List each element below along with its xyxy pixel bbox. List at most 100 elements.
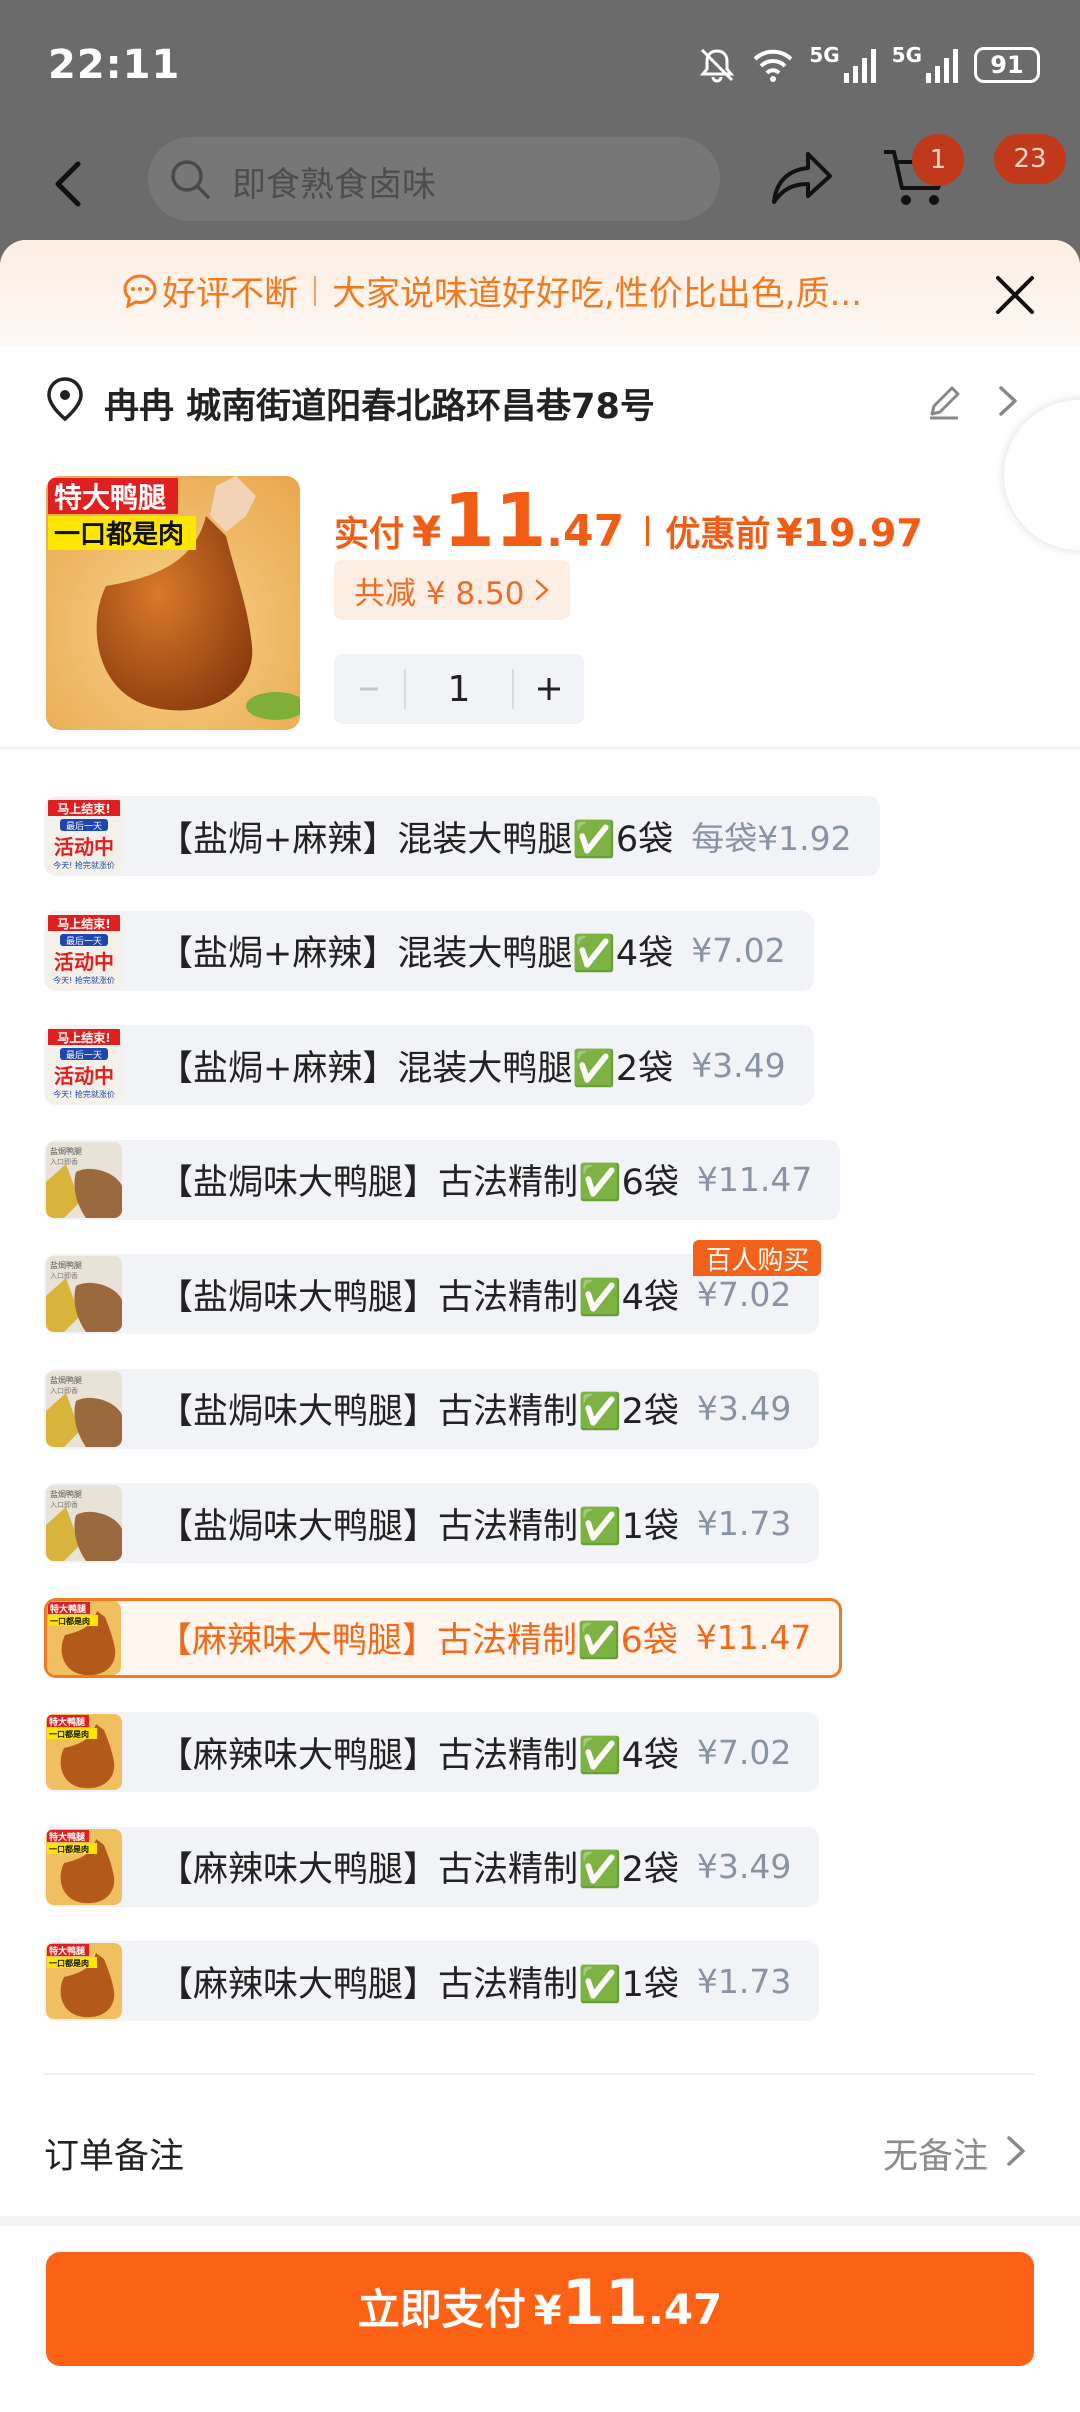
cart-badge: 1 — [912, 134, 964, 186]
thumb-subtitle: 一口都是肉 — [54, 520, 184, 550]
sku-option[interactable]: 特大鸭腿 一口都是肉 【麻辣味大鸭腿】古法精制✅2袋 ¥3.49 — [44, 1826, 820, 1907]
promo-bottom-text: 今天! 抢完就涨价 — [53, 860, 115, 870]
status-icons: 5G 5G 91 — [697, 40, 1040, 90]
quantity-value[interactable]: 1 — [404, 669, 514, 710]
pay-button-decimal: .47 — [647, 2285, 723, 2334]
sku-name: 【盐焗+麻辣】混装大鸭腿✅4袋 — [158, 934, 674, 974]
address-row[interactable]: 冉冉 城南街道阳春北路环昌巷78号 — [44, 370, 1034, 430]
checkout-sheet: 好评不断 大家说味道好好吃,性价比出色,质... 冉冉 城南街道阳春北路环昌巷7… — [0, 240, 1080, 2412]
promo-main-text: 活动中 — [54, 835, 114, 859]
promo-mid-text: 最后一天 — [66, 936, 102, 947]
sku-price: ¥3.49 — [696, 1847, 792, 1886]
pay-button-label: 立即支付 — [357, 2285, 526, 2334]
section-divider — [44, 2073, 1034, 2075]
promo-bottom-text: 今天! 抢完就涨价 — [53, 975, 115, 985]
spicy-sku-thumbnail-image: 特大鸭腿一口都是肉 — [46, 1943, 122, 2019]
plain-top-text: 盐焗鸭腿 — [50, 1146, 82, 1156]
sku-price: ¥7.02 — [696, 1732, 792, 1772]
plain-sku-thumbnail-image: 盐焗鸭腿入口即香 — [46, 1141, 122, 1218]
sku-option-selected[interactable]: 特大鸭腿 一口都是肉 【麻辣味大鸭腿】古法精制✅6袋 ¥11.47 — [44, 1597, 843, 1678]
pay-button-yen: ¥ — [533, 2288, 562, 2334]
sku-option[interactable]: 特大鸭腿 一口都是肉 【麻辣味大鸭腿】古法精制✅4袋 ¥7.02 — [44, 1712, 820, 1792]
promo-main-text: 活动中 — [54, 950, 114, 974]
sku-price: ¥1.73 — [696, 1503, 792, 1543]
discount-text: 共减 ¥ 8.50 — [354, 575, 525, 612]
signal2-label: 5G — [891, 43, 922, 67]
sku-price: 每袋¥1.92 — [691, 819, 852, 858]
order-remark-row[interactable]: 订单备注 无备注 — [44, 2120, 1034, 2180]
sku-option[interactable]: 马上结束! 最后一天 活动中 今天! 抢完就涨价 【盐焗+麻辣】混装大鸭腿✅2袋 ¥3.4… — [44, 1025, 814, 1105]
mute-bell-icon — [700, 48, 735, 83]
promo-mid-text: 最后一天 — [66, 821, 102, 832]
plain-top-text: 盐焗鸭腿 — [50, 1489, 82, 1499]
promo-main-text: 活动中 — [54, 1064, 114, 1088]
promo-sku-thumbnail-image: 马上结束! 最后一天活动中今天! 抢完就涨价 — [46, 1027, 122, 1103]
close-icon[interactable] — [990, 270, 1040, 320]
increase-button[interactable] — [514, 654, 584, 724]
price-line: 实付 ¥ 11 .47 优惠前 ¥19.97 — [334, 478, 923, 564]
sku-thumbnail: 盐焗鸭腿 入口即香 — [46, 1141, 122, 1218]
sku-price: ¥7.02 — [691, 931, 786, 970]
search-bar[interactable]: 即食熟食卤味 — [148, 137, 720, 221]
search-placeholder: 即食熟食卤味 — [232, 165, 436, 205]
promo-sku-thumbnail-image: 马上结束! 最后一天活动中今天! 抢完就涨价 — [46, 798, 122, 874]
chevron-right-icon[interactable] — [996, 384, 1020, 418]
battery-level: 91 — [990, 51, 1024, 79]
sku-thumbnail: 马上结束! 最后一天 活动中 今天! 抢完就涨价 — [46, 1027, 122, 1103]
promo-top-text: 马上结束! — [57, 1030, 110, 1045]
sku-thumbnail: 特大鸭腿 一口都是肉 — [46, 1943, 122, 2019]
status-time: 22:11 — [48, 42, 181, 88]
plain-bottom-text: 入口即香 — [50, 1157, 78, 1166]
spicy-bottom-text: 一口都是肉 — [50, 1616, 90, 1626]
sku-name: 【盐焗味大鸭腿】古法精制✅6袋 — [158, 1163, 679, 1203]
signal-icon — [926, 49, 958, 83]
sku-thumbnail: 特大鸭腿 一口都是肉 — [46, 1828, 122, 1905]
review-banner-content: 好评不断 大家说味道好好吃,性价比出色,质... — [122, 266, 862, 315]
plain-bottom-text: 入口即香 — [50, 1386, 78, 1395]
share-icon[interactable] — [770, 150, 834, 206]
chevron-right-icon — [1007, 2136, 1025, 2166]
spicy-top-text: 特大鸭腿 — [49, 1945, 86, 1957]
sku-option[interactable]: 特大鸭腿 一口都是肉 【麻辣味大鸭腿】古法精制✅1袋 ¥1.73 — [44, 1941, 820, 2021]
pay-amount-integer: 11 — [443, 478, 547, 564]
popular-badge: 百人购买 — [693, 1240, 822, 1276]
sku-thumbnail: 盐焗鸭腿 入口即香 — [46, 1370, 122, 1447]
plain-sku-thumbnail-image: 盐焗鸭腿入口即香 — [46, 1485, 122, 1561]
back-arrow-icon[interactable] — [40, 154, 100, 214]
sku-option[interactable]: 盐焗鸭腿 入口即香 【盐焗味大鸭腿】古法精制✅6袋 ¥11.47 — [44, 1139, 841, 1220]
pay-yen: ¥ — [412, 507, 442, 556]
wifi-icon — [753, 49, 793, 82]
decrease-button[interactable] — [334, 654, 404, 724]
plain-bottom-text: 入口即香 — [50, 1271, 78, 1280]
address-text: 冉冉 城南街道阳春北路环昌巷78号 — [104, 387, 655, 427]
spicy-bottom-text: 一口都是肉 — [49, 1844, 89, 1854]
edit-pencil-icon[interactable] — [924, 382, 964, 422]
sku-option[interactable]: 盐焗鸭腿 入口即香 【盐焗味大鸭腿】古法精制✅4袋 ¥7.02 百人购买 — [44, 1240, 822, 1334]
remark-value: 无备注 — [882, 2137, 988, 2177]
sku-price: ¥11.47 — [695, 1618, 812, 1657]
plain-sku-thumbnail-image: 盐焗鸭腿入口即香 — [46, 1370, 122, 1447]
review-tag: 好评不断 — [162, 274, 298, 314]
sku-option[interactable]: 马上结束! 最后一天 活动中 今天! 抢完就涨价 【盐焗+麻辣】混装大鸭腿✅6袋 每袋¥1… — [44, 796, 880, 876]
discount-chip[interactable]: 共减 ¥ 8.50 — [334, 560, 571, 620]
sku-thumbnail: 马上结束! 最后一天 活动中 今天! 抢完就涨价 — [46, 798, 122, 874]
sku-option[interactable]: 盐焗鸭腿 入口即香 【盐焗味大鸭腿】古法精制✅1袋 ¥1.73 — [44, 1483, 820, 1563]
pay-now-button[interactable]: 立即支付 ¥ 11 .47 — [46, 2252, 1034, 2366]
sku-price: ¥7.02 — [696, 1274, 792, 1314]
pay-amount-decimal: .47 — [546, 506, 625, 557]
plain-sku-thumbnail-image: 盐焗鸭腿入口即香 — [46, 1256, 122, 1332]
sku-thumbnail: 马上结束! 最后一天 活动中 今天! 抢完就涨价 — [46, 912, 122, 989]
sku-thumbnail: 特大鸭腿 一口都是肉 — [47, 1600, 121, 1675]
original-price-label: 优惠前 — [665, 515, 771, 555]
spicy-sku-thumbnail-image: 特大鸭腿一口都是肉 — [47, 1600, 121, 1675]
review-banner: 好评不断 大家说味道好好吃,性价比出色,质... — [0, 240, 1080, 346]
sku-price: ¥3.49 — [691, 1045, 786, 1085]
sku-name: 【盐焗+麻辣】混装大鸭腿✅6袋 — [158, 819, 674, 860]
sku-name: 【麻辣味大鸭腿】古法精制✅2袋 — [158, 1850, 679, 1890]
sku-option[interactable]: 盐焗鸭腿 入口即香 【盐焗味大鸭腿】古法精制✅2袋 ¥3.49 — [44, 1368, 820, 1449]
search-icon — [171, 160, 210, 199]
chat-bubble-icon — [123, 273, 157, 309]
sku-name: 【麻辣味大鸭腿】古法精制✅6袋 — [157, 1621, 678, 1661]
sku-option[interactable]: 马上结束! 最后一天 活动中 今天! 抢完就涨价 【盐焗+麻辣】混装大鸭腿✅4袋 ¥7.0… — [44, 910, 814, 991]
sku-thumbnail: 盐焗鸭腿 入口即香 — [46, 1256, 122, 1332]
